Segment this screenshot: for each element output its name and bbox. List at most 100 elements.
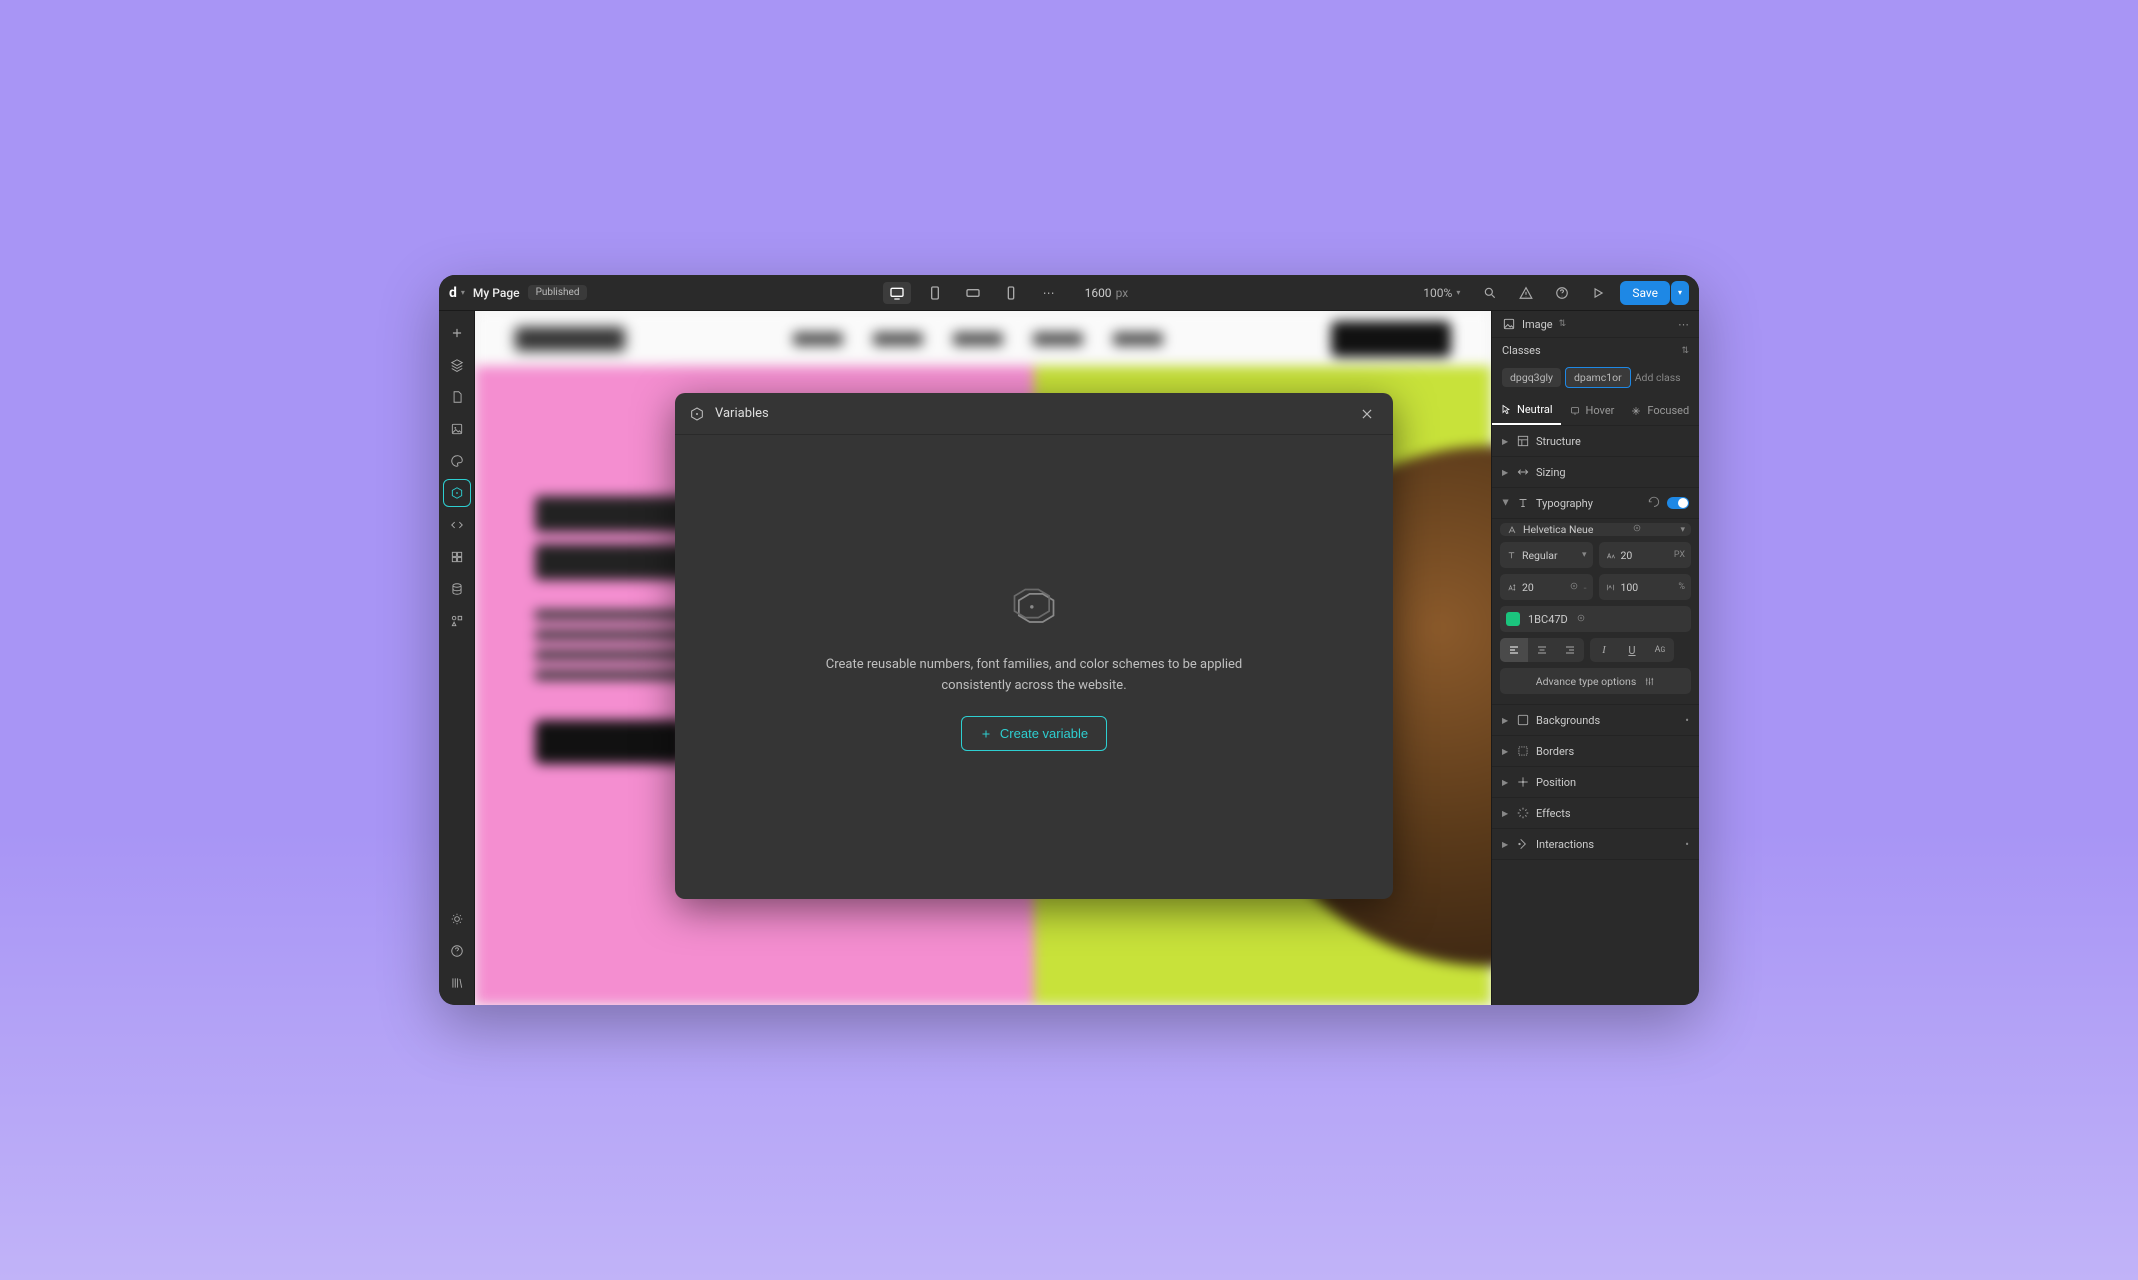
element-more-button[interactable]: ⋯ bbox=[1678, 318, 1689, 331]
add-class-input[interactable]: Add class bbox=[1635, 371, 1681, 384]
font-weight-value: Regular bbox=[1522, 549, 1558, 562]
chevron-right-icon: ▶ bbox=[1502, 809, 1510, 818]
letter-spacing-value: 100 bbox=[1621, 581, 1639, 594]
add-element-button[interactable] bbox=[443, 319, 471, 347]
align-right-button[interactable] bbox=[1556, 638, 1584, 662]
case-icon: AG bbox=[1655, 645, 1666, 655]
section-effects[interactable]: ▶ Effects bbox=[1492, 798, 1699, 829]
class-chip[interactable]: dpgq3gly bbox=[1502, 368, 1561, 387]
chevron-right-icon: ▶ bbox=[1502, 778, 1510, 787]
underline-button[interactable]: U bbox=[1618, 638, 1646, 662]
zoom-control[interactable]: 100% ▾ bbox=[1423, 286, 1460, 300]
device-more-button[interactable]: ⋯ bbox=[1035, 282, 1063, 304]
search-button[interactable] bbox=[1476, 279, 1504, 307]
page-title[interactable]: My Page bbox=[473, 286, 520, 300]
save-dropdown-button[interactable]: ▾ bbox=[1671, 281, 1689, 305]
sort-icon[interactable]: ⇅ bbox=[1681, 346, 1689, 356]
state-tab-focused[interactable]: Focused bbox=[1622, 396, 1697, 425]
theme-button[interactable] bbox=[443, 905, 471, 933]
layers-button[interactable] bbox=[443, 351, 471, 379]
font-size-unit: PX bbox=[1674, 550, 1685, 560]
device-tablet-portrait-button[interactable] bbox=[921, 282, 949, 304]
chevron-down-icon: ▶ bbox=[1502, 499, 1511, 507]
pages-button[interactable] bbox=[443, 383, 471, 411]
device-tablet-landscape-button[interactable] bbox=[959, 282, 987, 304]
text-transform-button[interactable]: AG bbox=[1646, 638, 1674, 662]
warning-icon bbox=[1519, 286, 1533, 300]
italic-button[interactable]: I bbox=[1590, 638, 1618, 662]
chevron-down-icon: ▾ bbox=[1680, 525, 1685, 535]
indicator-dot: • bbox=[1685, 838, 1689, 851]
code-button[interactable] bbox=[443, 511, 471, 539]
section-interactions[interactable]: ▶ Interactions • bbox=[1492, 829, 1699, 860]
font-icon bbox=[1506, 524, 1518, 536]
section-structure[interactable]: ▶ Structure bbox=[1492, 426, 1699, 457]
warnings-button[interactable] bbox=[1512, 279, 1540, 307]
reset-icon[interactable] bbox=[1647, 496, 1661, 510]
create-variable-button[interactable]: Create variable bbox=[961, 716, 1107, 751]
cms-button[interactable] bbox=[443, 543, 471, 571]
app-window: d ▾ My Page Published ⋯ 1600 px bbox=[439, 275, 1699, 1005]
font-size-field[interactable]: 20 PX bbox=[1599, 542, 1692, 568]
device-mobile-button[interactable] bbox=[997, 282, 1025, 304]
section-sizing[interactable]: ▶ Sizing bbox=[1492, 457, 1699, 488]
data-button[interactable] bbox=[443, 575, 471, 603]
help-button[interactable] bbox=[1548, 279, 1576, 307]
support-button[interactable] bbox=[443, 937, 471, 965]
canvas-width-unit: px bbox=[1116, 286, 1129, 300]
shapes-icon bbox=[450, 614, 464, 628]
chevron-right-icon: ▶ bbox=[1502, 468, 1510, 477]
save-button[interactable]: Save bbox=[1620, 281, 1670, 305]
font-weight-field[interactable]: Regular ▾ bbox=[1500, 542, 1593, 568]
modal-description: Create reusable numbers, font families, … bbox=[814, 655, 1254, 697]
align-center-button[interactable] bbox=[1528, 638, 1556, 662]
search-icon bbox=[1483, 286, 1497, 300]
text-color-field[interactable]: 1BC47D bbox=[1500, 606, 1691, 632]
status-badge: Published bbox=[528, 285, 588, 300]
section-typography[interactable]: ▶ Typography bbox=[1492, 488, 1699, 519]
device-desktop-button[interactable] bbox=[883, 282, 911, 304]
section-backgrounds[interactable]: ▶ Backgrounds • bbox=[1492, 705, 1699, 736]
align-left-button[interactable] bbox=[1500, 638, 1528, 662]
state-tab-neutral[interactable]: Neutral bbox=[1492, 396, 1561, 425]
state-tab-hover[interactable]: Hover bbox=[1561, 396, 1623, 425]
section-position[interactable]: ▶ Position bbox=[1492, 767, 1699, 798]
tab-label: Focused bbox=[1647, 404, 1689, 417]
line-height-value: 20 bbox=[1522, 581, 1534, 594]
chevron-right-icon: ▶ bbox=[1502, 747, 1510, 756]
styles-button[interactable] bbox=[443, 447, 471, 475]
updown-icon[interactable]: ⇅ bbox=[1559, 319, 1567, 329]
class-chip-selected[interactable]: dpamc1or bbox=[1565, 367, 1631, 388]
position-icon bbox=[1516, 775, 1530, 789]
typography-toggle[interactable] bbox=[1667, 497, 1689, 509]
section-label: Backgrounds bbox=[1536, 714, 1679, 727]
app-logo[interactable]: d ▾ bbox=[449, 285, 465, 301]
letter-spacing-field[interactable]: 100 % bbox=[1599, 574, 1692, 600]
logo-icon: d bbox=[449, 285, 457, 301]
desktop-icon bbox=[889, 285, 905, 301]
apps-button[interactable] bbox=[443, 607, 471, 635]
section-borders[interactable]: ▶ Borders bbox=[1492, 736, 1699, 767]
ellipsis-icon: ⋯ bbox=[1043, 286, 1055, 300]
close-icon bbox=[1360, 407, 1374, 421]
section-label: Structure bbox=[1536, 435, 1689, 448]
line-height-field[interactable]: 20 - bbox=[1500, 574, 1593, 600]
typography-body: Helvetica Neue ▾ Regular ▾ 20 bbox=[1492, 519, 1699, 705]
font-family-field[interactable]: Helvetica Neue ▾ bbox=[1500, 523, 1691, 536]
modal-close-button[interactable] bbox=[1355, 402, 1379, 426]
app-body: Variables Create reusable numbers, font … bbox=[439, 311, 1699, 1005]
preview-button[interactable] bbox=[1584, 279, 1612, 307]
section-label: Position bbox=[1536, 776, 1689, 789]
tab-label: Neutral bbox=[1517, 403, 1553, 416]
font-family-value: Helvetica Neue bbox=[1523, 523, 1593, 536]
canvas-width-display[interactable]: 1600 px bbox=[1085, 286, 1129, 300]
canvas-area[interactable]: Variables Create reusable numbers, font … bbox=[475, 311, 1491, 1005]
chevron-down-icon: ▾ bbox=[1582, 550, 1587, 560]
advance-type-button[interactable]: Advance type options bbox=[1500, 668, 1691, 694]
hexagon-icon bbox=[689, 406, 705, 422]
chevron-down-icon: ▾ bbox=[461, 288, 465, 297]
assets-button[interactable] bbox=[443, 415, 471, 443]
library-button[interactable] bbox=[443, 969, 471, 997]
mobile-icon bbox=[1003, 285, 1019, 301]
variables-button[interactable] bbox=[443, 479, 471, 507]
